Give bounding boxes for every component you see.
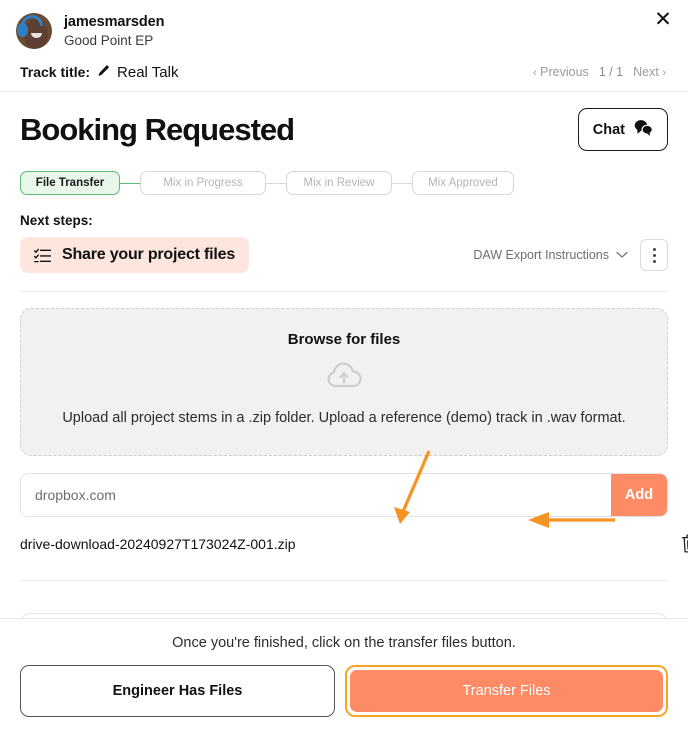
page-count: 1 / 1	[599, 65, 623, 79]
uploaded-file-row: drive-download-20240927T173024Z-001.zip …	[0, 517, 688, 554]
step-file-transfer[interactable]: File Transfer	[20, 171, 120, 195]
step-mix-in-review[interactable]: Mix in Review	[286, 171, 392, 195]
bottom-action-bar: Once you're finished, click on the trans…	[0, 618, 688, 735]
link-input-row: Add	[20, 473, 668, 517]
file-dropzone[interactable]: Browse for files Upload all project stem…	[20, 308, 668, 456]
step-mix-approved[interactable]: Mix Approved	[412, 171, 514, 195]
divider	[20, 291, 668, 292]
progress-steps: File Transfer Mix in Progress Mix in Rev…	[0, 157, 688, 195]
user-header: jamesmarsden Good Point EP	[0, 0, 688, 49]
daw-export-instructions-label: DAW Export Instructions	[473, 248, 609, 262]
previous-button[interactable]: ‹ Previous	[533, 65, 589, 79]
chevron-left-icon: ‹	[533, 67, 537, 79]
pencil-icon	[96, 63, 111, 81]
avatar	[16, 13, 52, 49]
chat-button-label: Chat	[593, 122, 625, 138]
chat-button[interactable]: Chat	[578, 108, 668, 151]
file-name: drive-download-20240927T173024Z-001.zip	[20, 536, 296, 552]
title-row: Booking Requested Chat	[0, 92, 688, 157]
engineer-has-files-button[interactable]: Engineer Has Files	[20, 665, 335, 717]
step-connector	[392, 183, 412, 184]
track-title-row: Track title: Real Talk ‹ Previous 1 / 1 …	[0, 49, 688, 92]
share-project-files-label: Share your project files	[62, 246, 235, 264]
add-link-button[interactable]: Add	[611, 474, 667, 516]
track-title-label: Track title:	[20, 64, 90, 80]
transfer-files-button[interactable]: Transfer Files	[350, 670, 663, 712]
chevron-down-icon	[616, 248, 628, 262]
next-steps-row: Share your project files DAW Export Inst…	[0, 228, 688, 273]
step-mix-in-progress[interactable]: Mix in Progress	[140, 171, 266, 195]
more-options-button[interactable]	[640, 239, 668, 271]
step-connector	[120, 183, 140, 184]
pagination: ‹ Previous 1 / 1 Next ›	[533, 65, 666, 79]
project-name: Good Point EP	[64, 33, 164, 48]
track-name: Real Talk	[117, 64, 178, 81]
delete-file-button[interactable]	[681, 534, 688, 556]
page-title: Booking Requested	[20, 112, 294, 148]
daw-export-instructions-select[interactable]: DAW Export Instructions	[473, 248, 628, 262]
transfer-files-highlight: Transfer Files	[345, 665, 668, 717]
link-input[interactable]	[21, 474, 611, 516]
chevron-right-icon: ›	[662, 67, 666, 79]
browse-for-files-label: Browse for files	[61, 331, 627, 348]
booking-modal: ✕ jamesmarsden Good Point EP Track title…	[0, 0, 688, 735]
bottom-note: Once you're finished, click on the trans…	[20, 635, 668, 651]
next-steps-label: Next steps:	[0, 195, 688, 228]
dropzone-description: Upload all project stems in a .zip folde…	[61, 408, 627, 429]
close-button[interactable]: ✕	[648, 4, 678, 34]
next-button[interactable]: Next ›	[633, 65, 666, 79]
speech-bubbles-icon	[633, 119, 653, 140]
share-project-files-button[interactable]: Share your project files	[20, 237, 249, 273]
checklist-icon	[34, 248, 51, 263]
more-vertical-icon	[653, 248, 656, 251]
trash-icon	[681, 541, 688, 556]
divider	[20, 580, 668, 581]
cloud-upload-icon	[61, 361, 627, 396]
step-connector	[266, 183, 286, 184]
username: jamesmarsden	[64, 14, 164, 30]
